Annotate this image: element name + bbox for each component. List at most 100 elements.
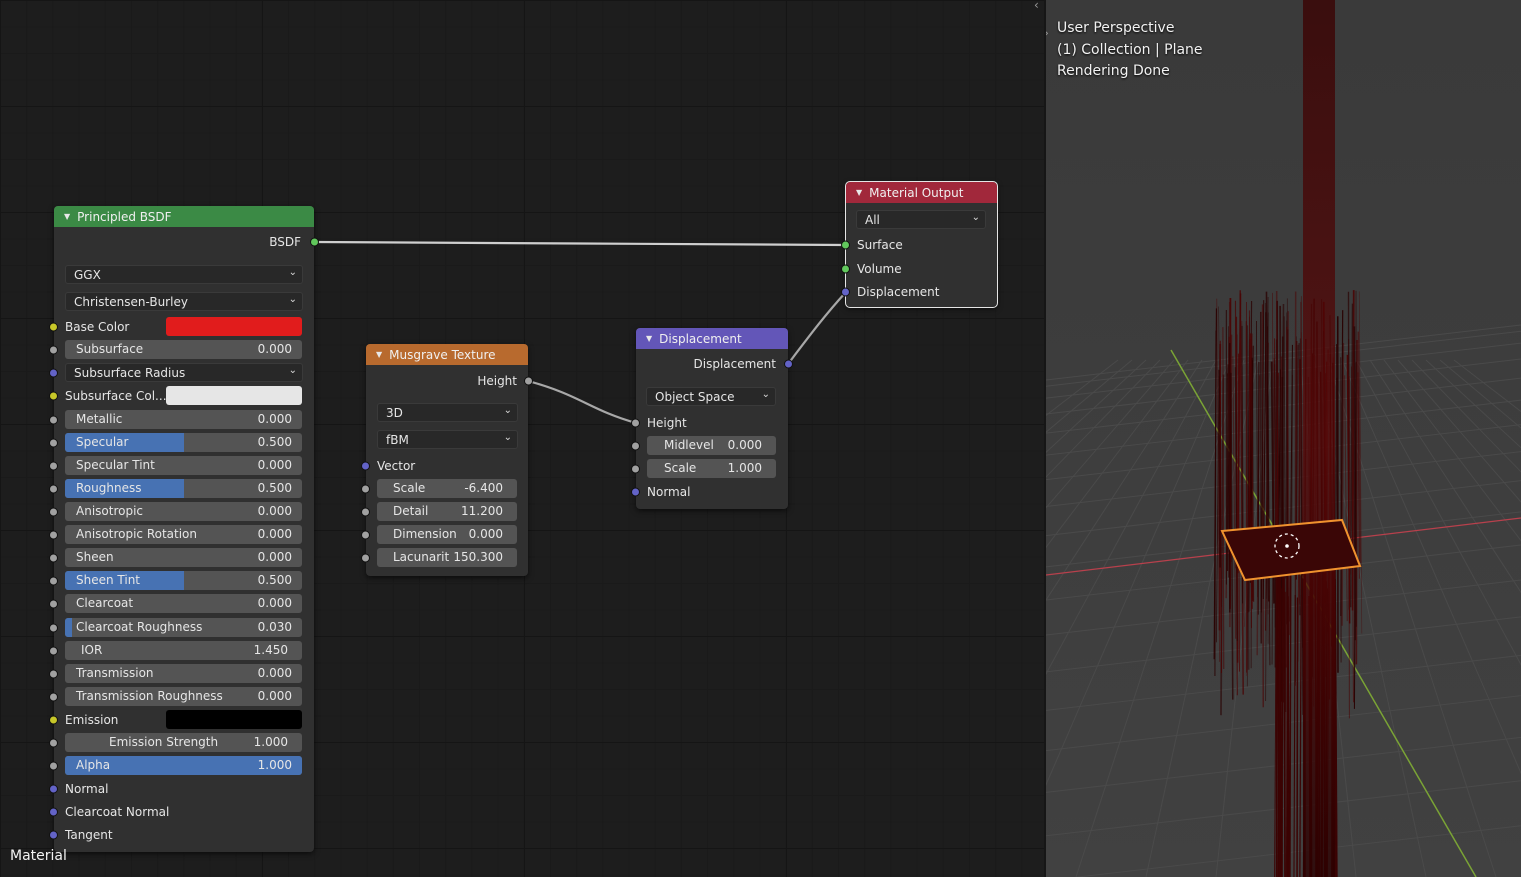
alpha-slider[interactable]: Alpha 1.000 xyxy=(65,756,302,775)
tangent-socket[interactable] xyxy=(49,830,58,840)
emission-color-swatch[interactable] xyxy=(166,710,302,729)
specular-slider[interactable]: Specular 0.500 xyxy=(65,433,302,452)
chevron-right-icon[interactable]: › xyxy=(1046,26,1049,40)
surface-input-socket[interactable] xyxy=(841,240,850,250)
base-color-socket[interactable] xyxy=(49,322,58,332)
chevron-down-icon: ⌄ xyxy=(288,294,297,305)
material-output-node[interactable]: ▼ Material Output All ⌄ Surface Volume D… xyxy=(841,181,998,308)
target-dropdown[interactable]: All ⌄ xyxy=(856,210,986,229)
dimension-socket[interactable] xyxy=(361,530,370,540)
clearcoat-row: Clearcoat 0.000 xyxy=(49,594,314,613)
sheen-tint-socket[interactable] xyxy=(49,576,58,586)
subsurface-radius-dropdown[interactable]: Subsurface Radius ⌄ xyxy=(65,363,303,382)
collapse-triangle-icon[interactable]: ▼ xyxy=(64,212,70,221)
emission-strength-socket[interactable] xyxy=(49,738,58,748)
subsurface-color-swatch[interactable] xyxy=(166,386,302,405)
subsurface-radius-socket[interactable] xyxy=(49,368,58,378)
distribution-dropdown[interactable]: GGX ⌄ xyxy=(65,265,303,284)
clearcoat-normal-socket[interactable] xyxy=(49,807,58,817)
musgrave-type-dropdown[interactable]: fBM ⌄ xyxy=(377,430,518,449)
sheen-socket[interactable] xyxy=(49,553,58,563)
volume-input-row: Volume xyxy=(841,260,997,278)
sheen-tint-slider[interactable]: Sheen Tint 0.500 xyxy=(65,571,302,590)
chevron-down-icon: ⌄ xyxy=(288,365,297,376)
scale-slider[interactable]: Scale -6.400 xyxy=(377,479,517,498)
slider-value: -6.400 xyxy=(464,481,503,495)
subsurface-method-dropdown[interactable]: Christensen-Burley ⌄ xyxy=(65,292,303,311)
disp-scale-slider[interactable]: Scale 1.000 xyxy=(647,459,776,478)
subsurface-socket[interactable] xyxy=(49,345,58,355)
anisotropic-rotation-slider[interactable]: Anisotropic Rotation 0.000 xyxy=(65,525,302,544)
slider-label: Detail xyxy=(393,504,429,518)
collapse-triangle-icon[interactable]: ▼ xyxy=(376,350,382,359)
collapse-triangle-icon[interactable]: ▼ xyxy=(856,188,862,197)
node-title: Musgrave Texture xyxy=(389,347,496,362)
lacunarity-slider[interactable]: Lacunarit 150.300 xyxy=(377,548,517,567)
clearcoat-roughness-socket[interactable] xyxy=(49,623,58,633)
specular-tint-slider[interactable]: Specular Tint 0.000 xyxy=(65,456,302,475)
musgrave-texture-header[interactable]: ▼ Musgrave Texture xyxy=(366,344,528,365)
collapse-triangle-icon[interactable]: ▼ xyxy=(646,334,652,343)
subsurface-color-socket[interactable] xyxy=(49,391,58,401)
emission-strength-slider[interactable]: Emission Strength 1.000 xyxy=(65,733,302,752)
clearcoat-slider[interactable]: Clearcoat 0.000 xyxy=(65,594,302,613)
dimension-slider[interactable]: Dimension 0.000 xyxy=(377,525,517,544)
lacunarity-socket[interactable] xyxy=(361,553,370,563)
principled-bsdf-node[interactable]: ▼ Principled BSDF BSDF GGX ⌄ Christensen… xyxy=(49,206,319,852)
slider-value: 0.030 xyxy=(257,620,292,634)
socket-label: Subsurface Col... xyxy=(65,389,167,403)
dimensions-dropdown[interactable]: 3D ⌄ xyxy=(377,403,518,422)
chevron-left-icon[interactable]: ‹ xyxy=(1034,0,1039,12)
displacement-input-socket[interactable] xyxy=(841,287,850,297)
midlevel-slider[interactable]: Midlevel 0.000 xyxy=(647,436,776,455)
anisotropic-slider[interactable]: Anisotropic 0.000 xyxy=(65,502,302,521)
3d-viewport[interactable]: › User Perspective (1) Collection | Plan… xyxy=(1046,0,1521,877)
slider-value: 1.000 xyxy=(727,461,762,475)
principled-bsdf-header[interactable]: ▼ Principled BSDF xyxy=(54,206,314,227)
musgrave-texture-node[interactable]: ▼ Musgrave Texture Height 3D ⌄ fBM ⌄ Vec… xyxy=(361,344,533,576)
disp-normal-socket[interactable] xyxy=(631,487,640,497)
sheen-slider[interactable]: Sheen 0.000 xyxy=(65,548,302,567)
disp-scale-socket[interactable] xyxy=(631,464,640,474)
metallic-slider[interactable]: Metallic 0.000 xyxy=(65,410,302,429)
normal-socket[interactable] xyxy=(49,784,58,794)
base-color-swatch[interactable] xyxy=(166,317,302,336)
clearcoat-roughness-slider[interactable]: Clearcoat Roughness 0.030 xyxy=(65,618,302,637)
midlevel-socket[interactable] xyxy=(631,441,640,451)
volume-input-socket[interactable] xyxy=(841,264,850,274)
midlevel-row: Midlevel 0.000 xyxy=(631,436,788,455)
material-output-header[interactable]: ▼ Material Output xyxy=(846,182,997,203)
slider-value: 0.000 xyxy=(257,666,292,680)
emission-socket[interactable] xyxy=(49,715,58,725)
anisotropic-socket[interactable] xyxy=(49,507,58,517)
metallic-socket[interactable] xyxy=(49,415,58,425)
bsdf-output-socket[interactable] xyxy=(310,237,319,247)
scale-socket[interactable] xyxy=(361,484,370,494)
height-output-socket[interactable] xyxy=(524,376,533,386)
displacement-node[interactable]: ▼ Displacement Displacement Object Space… xyxy=(631,328,793,509)
transmission-roughness-slider[interactable]: Transmission Roughness 0.000 xyxy=(65,687,302,706)
specular-tint-socket[interactable] xyxy=(49,461,58,471)
height-input-socket[interactable] xyxy=(631,418,640,428)
displacement-output-socket[interactable] xyxy=(784,359,793,369)
transmission-slider[interactable]: Transmission 0.000 xyxy=(65,664,302,683)
roughness-socket[interactable] xyxy=(49,484,58,494)
transmission-roughness-socket[interactable] xyxy=(49,692,58,702)
vector-socket[interactable] xyxy=(361,461,370,471)
detail-socket[interactable] xyxy=(361,507,370,517)
anisotropic-rotation-socket[interactable] xyxy=(49,530,58,540)
alpha-socket[interactable] xyxy=(49,761,58,771)
transmission-socket[interactable] xyxy=(49,669,58,679)
detail-slider[interactable]: Detail 11.200 xyxy=(377,502,517,521)
roughness-slider[interactable]: Roughness 0.500 xyxy=(65,479,302,498)
subsurface-color-row: Subsurface Col... xyxy=(49,386,314,405)
subsurface-slider[interactable]: Subsurface 0.000 xyxy=(65,340,302,359)
clearcoat-socket[interactable] xyxy=(49,599,58,609)
specular-socket[interactable] xyxy=(49,438,58,448)
displacement-header[interactable]: ▼ Displacement xyxy=(636,328,788,349)
node-editor[interactable]: ▼ Principled BSDF BSDF GGX ⌄ Christensen… xyxy=(0,0,1044,877)
ior-slider[interactable]: IOR 1.450 xyxy=(65,641,302,660)
socket-label: Displacement xyxy=(693,357,777,371)
ior-socket[interactable] xyxy=(49,646,58,656)
space-dropdown[interactable]: Object Space ⌄ xyxy=(646,387,776,406)
